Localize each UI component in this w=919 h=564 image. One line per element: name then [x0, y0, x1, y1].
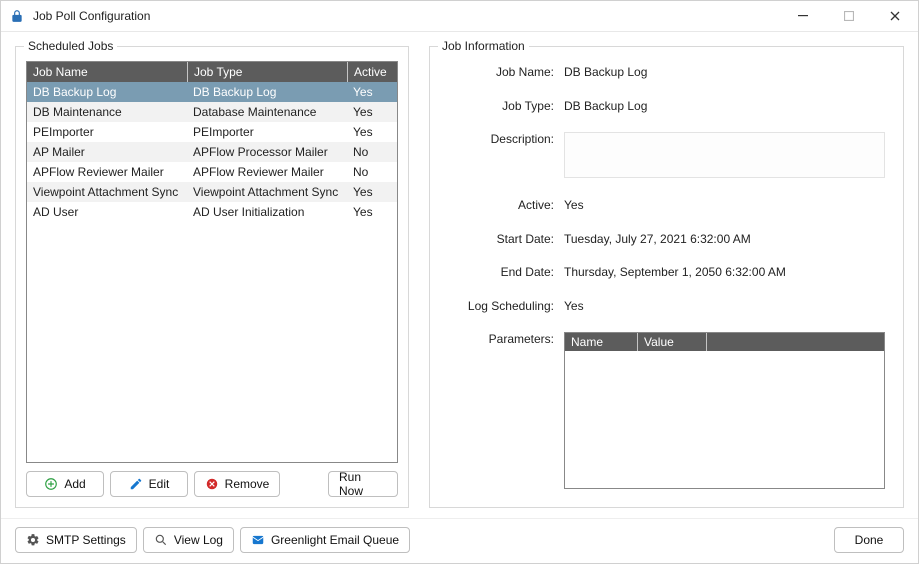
done-button[interactable]: Done	[834, 527, 904, 553]
greenlight-queue-button[interactable]: Greenlight Email Queue	[240, 527, 410, 553]
cell-active: No	[347, 162, 397, 182]
edit-button[interactable]: Edit	[110, 471, 188, 497]
smtp-settings-label: SMTP Settings	[46, 533, 126, 547]
scheduled-jobs-legend: Scheduled Jobs	[24, 39, 117, 53]
col-active[interactable]: Active	[347, 62, 397, 82]
cell-job-type: Database Maintenance	[187, 102, 347, 122]
label-job-type: Job Type:	[444, 97, 554, 113]
footer: SMTP Settings View Log Greenlight Email …	[1, 518, 918, 563]
label-log-scheduling: Log Scheduling:	[444, 297, 554, 313]
col-job-name[interactable]: Job Name	[27, 62, 187, 82]
close-button[interactable]	[872, 1, 918, 31]
table-row[interactable]: DB MaintenanceDatabase MaintenanceYes	[27, 102, 397, 122]
cell-job-name: AP Mailer	[27, 142, 187, 162]
table-row[interactable]: APFlow Reviewer MailerAPFlow Reviewer Ma…	[27, 162, 397, 182]
cell-job-name: AD User	[27, 202, 187, 222]
pencil-icon	[129, 477, 143, 491]
cell-job-name: DB Backup Log	[27, 82, 187, 102]
table-row[interactable]: AP MailerAPFlow Processor MailerNo	[27, 142, 397, 162]
cell-active: Yes	[347, 182, 397, 202]
table-row[interactable]: DB Backup LogDB Backup LogYes	[27, 82, 397, 102]
gear-icon	[26, 533, 40, 547]
value-log-scheduling: Yes	[564, 297, 885, 313]
value-description	[564, 130, 885, 178]
add-button[interactable]: Add	[26, 471, 104, 497]
add-label: Add	[64, 477, 85, 491]
cell-active: Yes	[347, 102, 397, 122]
cell-active: Yes	[347, 202, 397, 222]
view-log-label: View Log	[174, 533, 223, 547]
maximize-button[interactable]	[826, 1, 872, 31]
value-end-date: Thursday, September 1, 2050 6:32:00 AM	[564, 263, 885, 279]
cell-active: Yes	[347, 82, 397, 102]
window-title: Job Poll Configuration	[33, 9, 150, 23]
minimize-button[interactable]	[780, 1, 826, 31]
parameters-header: Name Value	[565, 333, 884, 351]
greenlight-queue-label: Greenlight Email Queue	[271, 533, 399, 547]
edit-label: Edit	[149, 477, 170, 491]
parameters-table[interactable]: Name Value	[564, 332, 885, 489]
cell-active: Yes	[347, 122, 397, 142]
value-job-name: DB Backup Log	[564, 63, 885, 79]
table-row[interactable]: PEImporterPEImporterYes	[27, 122, 397, 142]
cell-job-type: AD User Initialization	[187, 202, 347, 222]
label-start-date: Start Date:	[444, 230, 554, 246]
col-param-rest	[706, 333, 884, 351]
job-info-group: Job Information Job Name: DB Backup Log …	[429, 46, 904, 508]
titlebar: Job Poll Configuration	[1, 1, 918, 32]
cell-job-type: APFlow Processor Mailer	[187, 142, 347, 162]
cell-job-name: PEImporter	[27, 122, 187, 142]
cell-active: No	[347, 142, 397, 162]
remove-button[interactable]: Remove	[194, 471, 280, 497]
view-log-button[interactable]: View Log	[143, 527, 234, 553]
scheduled-jobs-group: Scheduled Jobs Job Name Job Type Active …	[15, 46, 409, 508]
label-active: Active:	[444, 196, 554, 212]
search-icon	[154, 533, 168, 547]
value-parameters: Name Value	[564, 330, 885, 489]
cell-job-type: APFlow Reviewer Mailer	[187, 162, 347, 182]
cell-job-type: DB Backup Log	[187, 82, 347, 102]
value-job-type: DB Backup Log	[564, 97, 885, 113]
run-now-button[interactable]: Run Now	[328, 471, 398, 497]
col-job-type[interactable]: Job Type	[187, 62, 347, 82]
label-end-date: End Date:	[444, 263, 554, 279]
table-header: Job Name Job Type Active	[27, 62, 397, 82]
lock-icon	[9, 8, 25, 24]
label-description: Description:	[444, 130, 554, 146]
description-box	[564, 132, 885, 178]
cell-job-name: APFlow Reviewer Mailer	[27, 162, 187, 182]
label-job-name: Job Name:	[444, 63, 554, 79]
job-info-legend: Job Information	[438, 39, 529, 53]
col-param-name[interactable]: Name	[565, 333, 637, 351]
label-parameters: Parameters:	[444, 330, 554, 346]
table-row[interactable]: Viewpoint Attachment SyncViewpoint Attac…	[27, 182, 397, 202]
run-now-label: Run Now	[339, 470, 387, 498]
cell-job-name: Viewpoint Attachment Sync	[27, 182, 187, 202]
cell-job-name: DB Maintenance	[27, 102, 187, 122]
scheduled-jobs-table[interactable]: Job Name Job Type Active DB Backup LogDB…	[26, 61, 398, 463]
col-param-value[interactable]: Value	[637, 333, 706, 351]
cell-job-type: Viewpoint Attachment Sync	[187, 182, 347, 202]
remove-label: Remove	[225, 477, 270, 491]
cell-job-type: PEImporter	[187, 122, 347, 142]
remove-circle-icon	[205, 477, 219, 491]
table-row[interactable]: AD UserAD User InitializationYes	[27, 202, 397, 222]
envelope-icon	[251, 533, 265, 547]
value-start-date: Tuesday, July 27, 2021 6:32:00 AM	[564, 230, 885, 246]
plus-circle-icon	[44, 477, 58, 491]
smtp-settings-button[interactable]: SMTP Settings	[15, 527, 137, 553]
value-active: Yes	[564, 196, 885, 212]
done-label: Done	[855, 533, 884, 547]
